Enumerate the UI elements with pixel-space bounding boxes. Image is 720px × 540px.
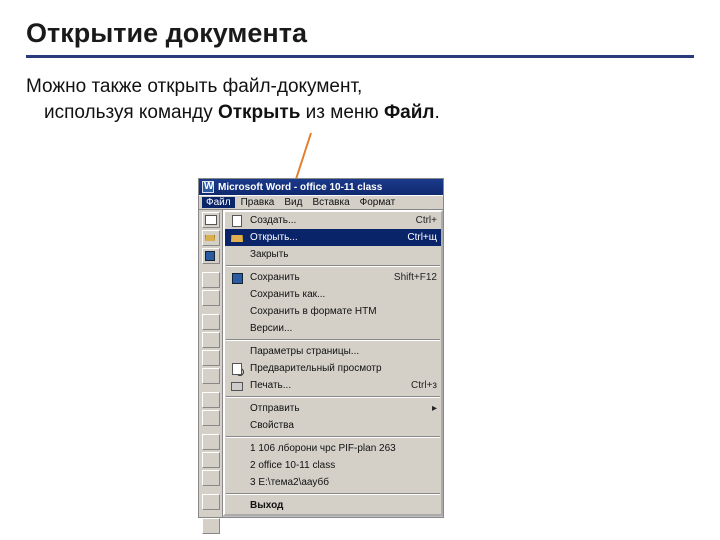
blank-icon (229, 345, 245, 359)
body-line-2: используя команду Открыть из меню Файл. (44, 100, 694, 126)
mi-saveas-label: Сохранить как... (250, 289, 432, 300)
preview-icon (229, 362, 245, 376)
blank-icon (229, 305, 245, 319)
tb-unknown-8[interactable] (202, 410, 220, 426)
mi-recent-1[interactable]: 1 106 лборони чрс PIF-plan 263 (225, 440, 441, 457)
open-icon (229, 231, 245, 245)
word-app-icon (202, 181, 214, 193)
mi-properties[interactable]: Свойства (225, 417, 441, 434)
tb-open[interactable] (202, 230, 220, 246)
menu-sep (226, 339, 440, 341)
mi-versions-label: Версии... (250, 323, 432, 334)
mi-saveas[interactable]: Сохранить как... (225, 286, 441, 303)
body-line-2-bold2: Файл (384, 102, 435, 123)
slide-title: Открытие документа (26, 12, 694, 58)
menu-sep (226, 436, 440, 438)
mi-recent-3[interactable]: 3 E:\тема2\ааубб (225, 474, 441, 491)
tb-unknown-5[interactable] (202, 350, 220, 366)
body-line-2-end: . (434, 102, 439, 123)
mi-print[interactable]: Печать... Ctrl+з (225, 377, 441, 394)
blank-icon (229, 248, 245, 262)
mi-savehtm-label: Сохранить в формате HTM (250, 306, 432, 317)
blank-icon (229, 322, 245, 336)
tb-unknown-13[interactable] (202, 518, 220, 534)
tb-unknown-11[interactable] (202, 470, 220, 486)
tb-unknown-4[interactable] (202, 332, 220, 348)
mi-preview-label: Предварительный просмотр (250, 363, 432, 374)
blank-icon (229, 499, 245, 513)
mi-open-label: Открыть... (250, 232, 402, 243)
mi-exit[interactable]: Выход (225, 497, 441, 514)
mi-pagesetup[interactable]: Параметры страницы... (225, 343, 441, 360)
new-icon (229, 214, 245, 228)
save-icon (229, 271, 245, 285)
word-window: Microsoft Word - office 10-11 class Файл… (198, 178, 444, 518)
mi-send-label: Отправить (250, 403, 427, 414)
tb-unknown-3[interactable] (202, 314, 220, 330)
mi-exit-label: Выход (250, 500, 437, 511)
body-line-2-mid: из меню (300, 102, 384, 123)
body-line-2-pre: используя команду (44, 102, 218, 123)
menu-sep (226, 265, 440, 267)
tb-unknown-7[interactable] (202, 392, 220, 408)
tb-unknown-1[interactable] (202, 272, 220, 288)
mi-save-short: Shift+F12 (394, 272, 437, 283)
mi-new-label: Создать... (250, 215, 411, 226)
mi-print-short: Ctrl+з (411, 380, 437, 391)
mi-recent-3-label: 3 E:\тема2\ааубб (250, 477, 437, 488)
mi-close-label: Закрыть (250, 249, 432, 260)
blank-icon (229, 402, 245, 416)
blank-icon (229, 459, 245, 473)
menu-sep (226, 493, 440, 495)
mi-save[interactable]: Сохранить Shift+F12 (225, 269, 441, 286)
titlebar-text: Microsoft Word - office 10-11 class (218, 182, 382, 193)
blank-icon (229, 442, 245, 456)
mi-preview[interactable]: Предварительный просмотр (225, 360, 441, 377)
mi-recent-2-label: 2 office 10-11 class (250, 460, 437, 471)
mi-close[interactable]: Закрыть (225, 246, 441, 263)
menu-insert[interactable]: Вставка (308, 197, 353, 208)
mi-send[interactable]: Отправить ▸ (225, 400, 441, 417)
mi-versions[interactable]: Версии... (225, 320, 441, 337)
blank-icon (229, 419, 245, 433)
mi-send-short: ▸ (432, 403, 437, 414)
menu-edit[interactable]: Правка (237, 197, 279, 208)
tb-unknown-9[interactable] (202, 434, 220, 450)
slide-body: Можно также открыть файл-документ, испол… (26, 74, 694, 125)
menu-view[interactable]: Вид (280, 197, 306, 208)
menu-format[interactable]: Формат (356, 197, 400, 208)
toolbar-left (199, 210, 223, 517)
mi-open-short: Ctrl+щ (407, 232, 437, 243)
blank-icon (229, 288, 245, 302)
tb-unknown-10[interactable] (202, 452, 220, 468)
body-line-1: Можно также открыть файл-документ, (26, 74, 694, 100)
word-body: Создать... Ctrl+ Открыть... Ctrl+щ Закры… (199, 210, 443, 517)
menu-file[interactable]: Файл (202, 197, 235, 208)
tb-new[interactable] (202, 212, 220, 228)
mi-new-short: Ctrl+ (416, 215, 437, 226)
tb-unknown-12[interactable] (202, 494, 220, 510)
tb-unknown-2[interactable] (202, 290, 220, 306)
body-line-2-bold1: Открыть (218, 102, 300, 123)
mi-properties-label: Свойства (250, 420, 432, 431)
menubar: Файл Правка Вид Вставка Формат (199, 195, 443, 210)
menu-sep (226, 396, 440, 398)
mi-recent-2[interactable]: 2 office 10-11 class (225, 457, 441, 474)
blank-icon (229, 476, 245, 490)
mi-pagesetup-label: Параметры страницы... (250, 346, 432, 357)
tb-save[interactable] (202, 248, 220, 264)
mi-print-label: Печать... (250, 380, 406, 391)
tb-unknown-6[interactable] (202, 368, 220, 384)
file-menu-dropdown: Создать... Ctrl+ Открыть... Ctrl+щ Закры… (223, 210, 443, 516)
mi-recent-1-label: 1 106 лборони чрс PIF-plan 263 (250, 443, 437, 454)
mi-open[interactable]: Открыть... Ctrl+щ (225, 229, 441, 246)
print-icon (229, 379, 245, 393)
mi-savehtm[interactable]: Сохранить в формате HTM (225, 303, 441, 320)
mi-new[interactable]: Создать... Ctrl+ (225, 212, 441, 229)
titlebar: Microsoft Word - office 10-11 class (199, 179, 443, 195)
mi-save-label: Сохранить (250, 272, 389, 283)
